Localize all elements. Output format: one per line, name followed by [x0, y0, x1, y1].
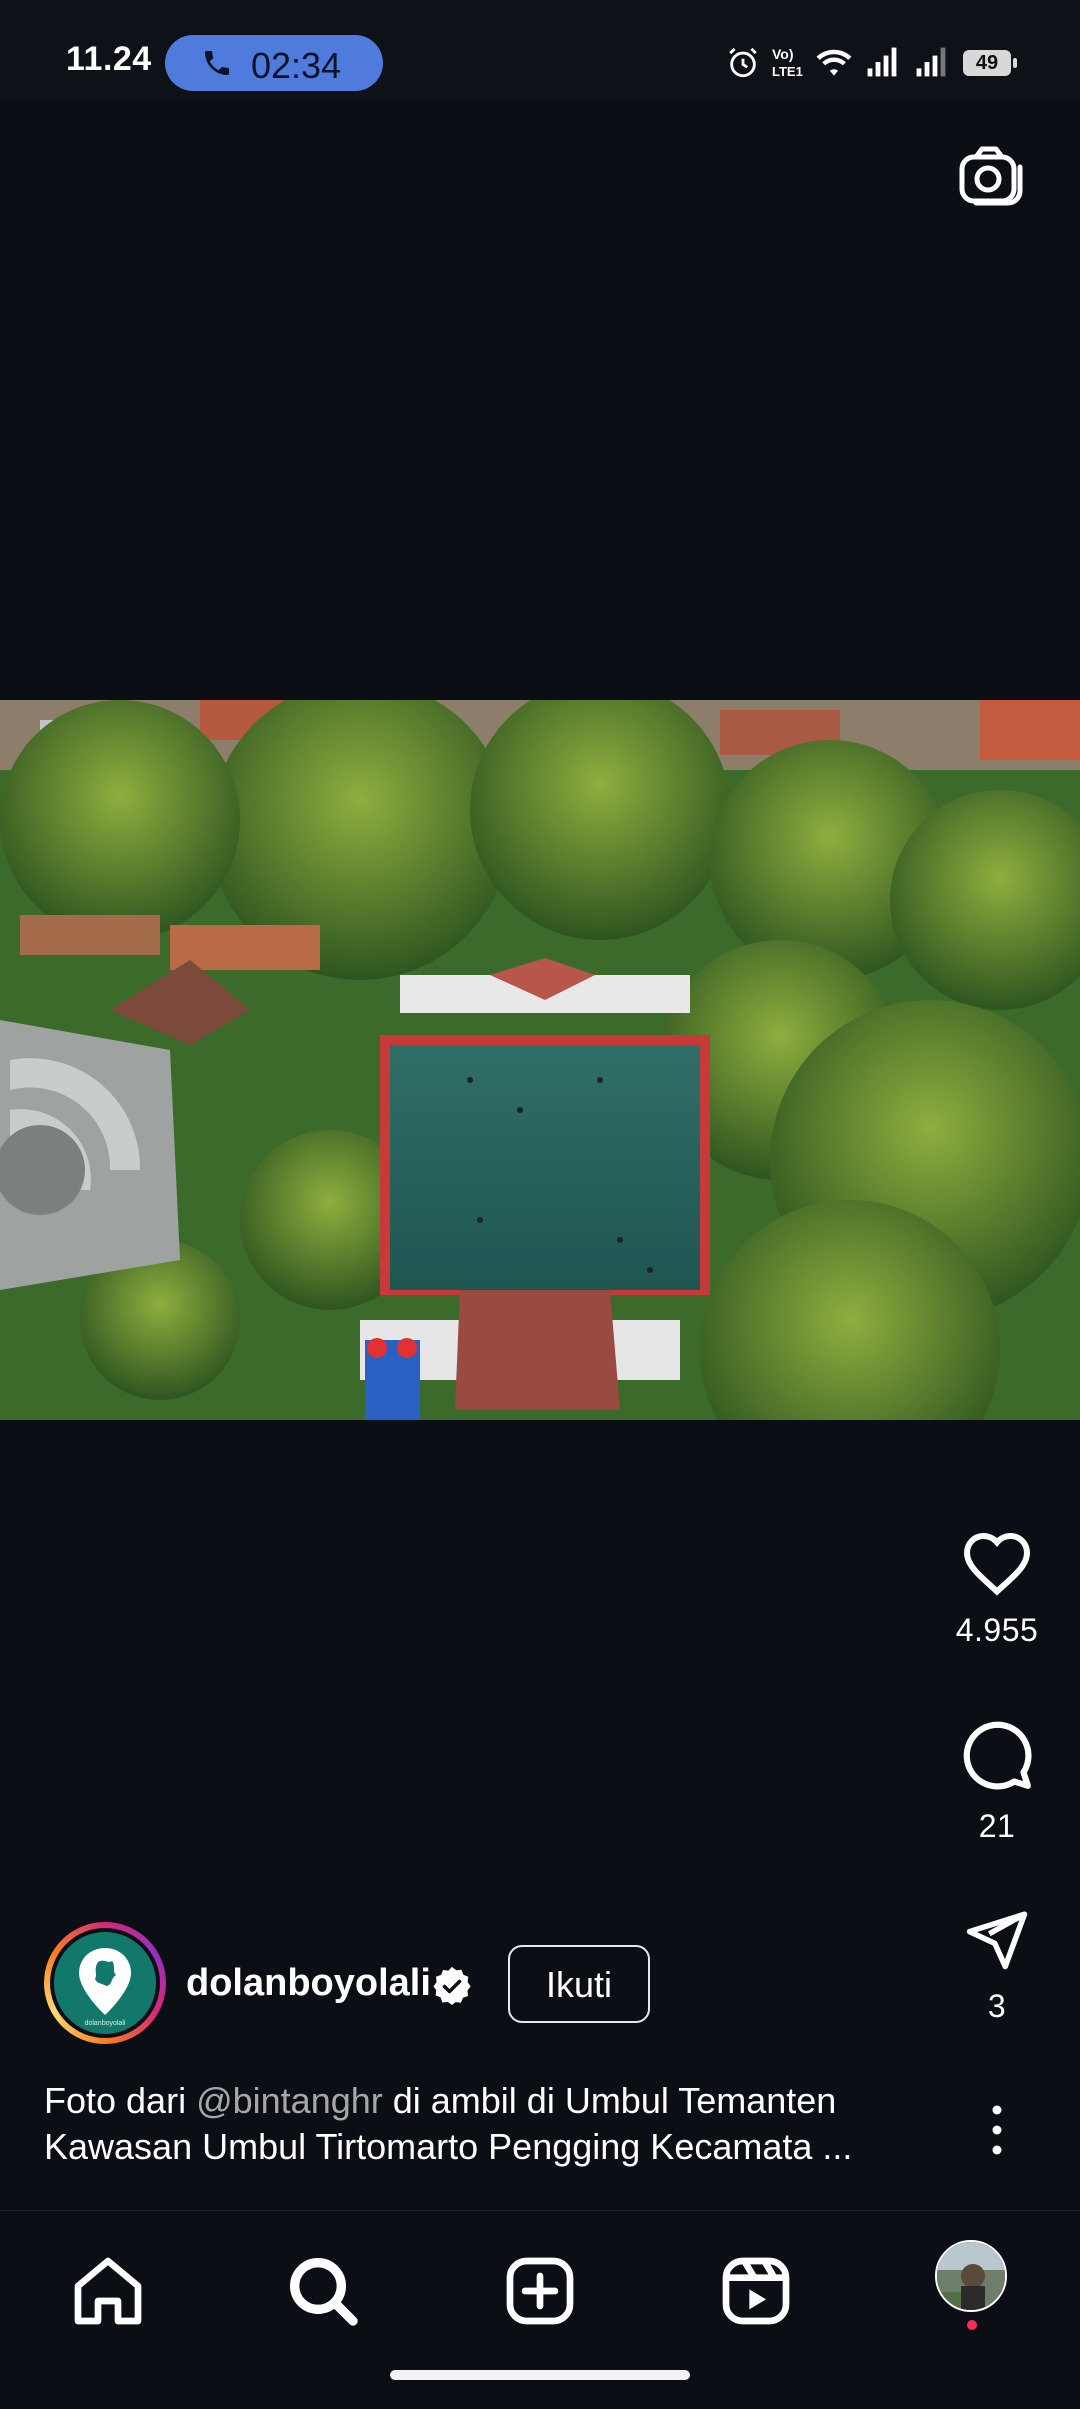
avatar-caption: dolanboyolali: [85, 2020, 126, 2027]
more-options-icon[interactable]: [982, 2100, 1012, 2160]
svg-text:LTE1: LTE1: [772, 64, 803, 79]
share-action[interactable]: 3: [937, 1906, 1057, 2025]
comment-action[interactable]: 21: [937, 1718, 1057, 1845]
like-count: 4.955: [955, 1612, 1039, 1648]
call-timer: 02:34: [251, 45, 342, 86]
volte-icon: Vo) LTE1: [772, 46, 803, 79]
notification-dot: [967, 2320, 977, 2330]
caption-prefix: Foto dari: [44, 2080, 197, 2121]
caption-mention[interactable]: @bintanghr: [196, 2080, 383, 2121]
follow-button[interactable]: Ikuti: [508, 1945, 650, 2023]
home-indicator[interactable]: [390, 2370, 690, 2380]
alarm-icon: [729, 47, 757, 78]
verified-badge-icon: [433, 1966, 471, 2006]
svg-text:Vo): Vo): [772, 46, 794, 62]
battery-icon: 49: [963, 50, 1017, 76]
signal-icon: [916, 47, 946, 77]
status-time: 11.24: [66, 40, 152, 78]
home-icon[interactable]: [68, 2251, 148, 2331]
create-icon[interactable]: [500, 2251, 580, 2331]
comment-count: 21: [978, 1808, 1016, 1844]
camera-icon[interactable]: [956, 145, 1028, 209]
post-caption[interactable]: Foto dari @bintanghr di ambil di Umbul T…: [44, 2078, 924, 2170]
reels-icon[interactable]: [716, 2251, 796, 2331]
send-icon[interactable]: [962, 1906, 1032, 1972]
ongoing-call-pill[interactable]: 02:34: [165, 35, 383, 91]
map-pin-logo-icon: dolanboyolali: [79, 1948, 131, 2027]
like-action[interactable]: 4.955: [937, 1530, 1057, 1649]
comment-icon[interactable]: [959, 1718, 1035, 1792]
wifi-icon: [816, 49, 852, 76]
search-icon[interactable]: [283, 2251, 363, 2331]
username[interactable]: dolanboyolali: [186, 1962, 431, 2005]
status-bar: 11.24 02:34 Vo) LTE1 49: [0, 0, 1080, 100]
avatar[interactable]: dolanboyolali: [54, 1932, 156, 2034]
phone-icon: [205, 51, 229, 75]
story-ring[interactable]: dolanboyolali: [44, 1922, 166, 2044]
post-image: [0, 700, 1080, 1420]
share-count: 3: [987, 1988, 1007, 2024]
signal-icon: [867, 47, 897, 77]
profile-avatar[interactable]: [935, 2240, 1007, 2312]
heart-icon[interactable]: [960, 1530, 1034, 1596]
avatar-border: dolanboyolali: [50, 1928, 160, 2038]
post-photo[interactable]: [0, 700, 1080, 1420]
